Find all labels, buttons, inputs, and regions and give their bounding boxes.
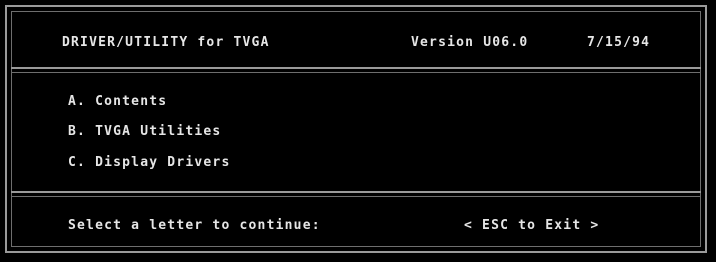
- menu-item-contents[interactable]: A. Contents: [68, 94, 167, 110]
- release-date: 7/15/94: [587, 35, 651, 50]
- menu-item-tvga-utilities[interactable]: B. TVGA Utilities: [68, 124, 221, 140]
- app-title: DRIVER/UTILITY for TVGA: [62, 35, 270, 50]
- selection-prompt: Select a letter to continue:: [68, 218, 321, 233]
- header-divider: [11, 67, 701, 73]
- esc-exit-hint[interactable]: < ESC to Exit >: [464, 218, 599, 234]
- footer-divider: [11, 191, 701, 197]
- version-label: Version U06.0: [411, 35, 529, 50]
- menu-item-display-drivers[interactable]: C. Display Drivers: [68, 155, 230, 171]
- dos-utility-screen: DRIVER/UTILITY for TVGA Version U06.0 7/…: [0, 0, 716, 262]
